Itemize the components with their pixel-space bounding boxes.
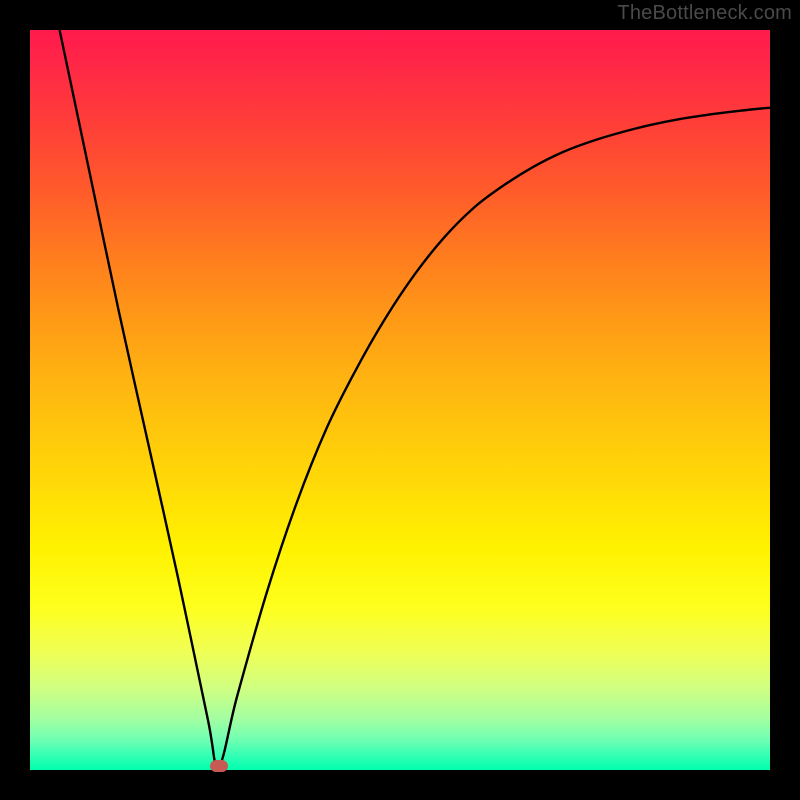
- chart-frame: TheBottleneck.com: [0, 0, 800, 800]
- watermark-text: TheBottleneck.com: [617, 2, 792, 25]
- bottleneck-curve-path: [60, 30, 770, 767]
- minimum-marker: [210, 760, 228, 772]
- bottleneck-curve-svg: [30, 30, 770, 770]
